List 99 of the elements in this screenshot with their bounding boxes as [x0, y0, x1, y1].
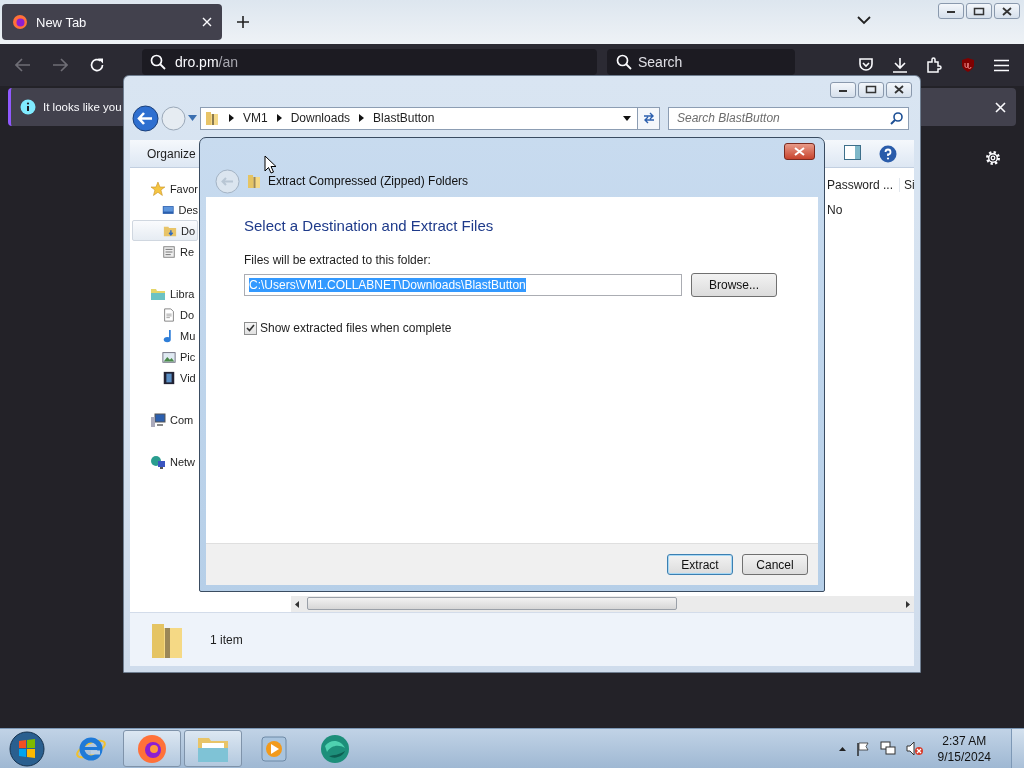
breadcrumb-item[interactable]: BlastButton — [373, 111, 435, 125]
chevron-right-icon[interactable] — [276, 114, 282, 122]
nav-item[interactable]: Re — [132, 241, 198, 262]
puzzle-icon[interactable] — [926, 57, 942, 73]
address-bar[interactable]: VM1 Downloads BlastButton — [200, 106, 638, 130]
media-player-icon — [261, 734, 287, 763]
minimize-button[interactable] — [830, 81, 856, 98]
close-button[interactable] — [886, 81, 912, 98]
close-icon — [1002, 6, 1012, 16]
nav-item[interactable]: Libra — [132, 283, 198, 304]
search-field[interactable]: Search BlastButton — [668, 106, 909, 130]
close-icon — [794, 147, 805, 156]
plus-icon[interactable] — [236, 15, 250, 29]
zip-folder-icon — [247, 173, 261, 189]
maximize-icon — [973, 6, 985, 16]
maximize-button[interactable] — [858, 81, 884, 98]
nav-item[interactable]: Netw — [132, 451, 198, 472]
address-field[interactable]: dro.pm/an — [142, 49, 597, 75]
breadcrumb-item[interactable]: Downloads — [290, 111, 351, 125]
forward-arrow-icon[interactable] — [52, 58, 68, 72]
dropdown-arrow-icon[interactable] — [623, 115, 631, 121]
browser-tab[interactable]: New Tab — [2, 4, 222, 40]
close-icon[interactable] — [995, 101, 1006, 113]
star-icon — [150, 180, 166, 197]
flag-icon[interactable] — [855, 741, 870, 756]
maximize-button[interactable] — [966, 3, 992, 19]
firefox-icon — [12, 14, 28, 30]
nav-item[interactable]: Com — [132, 409, 198, 430]
notification-text: It looks like you — [43, 101, 122, 113]
toolbar-button[interactable]: Organize — [147, 146, 196, 161]
download-icon[interactable] — [892, 57, 908, 73]
browse-button[interactable]: Browse... — [691, 273, 777, 297]
globe-icon — [319, 733, 351, 764]
close-button[interactable] — [784, 143, 815, 160]
search-field[interactable]: Search — [607, 49, 795, 75]
taskbar-button[interactable] — [123, 730, 181, 767]
nav-item[interactable]: Do — [132, 304, 198, 325]
computer-icon — [150, 411, 166, 428]
nav-item[interactable]: Pic — [132, 346, 198, 367]
chevron-right-icon[interactable] — [229, 114, 234, 122]
column-header[interactable]: Password ... — [827, 177, 900, 192]
menu-icon[interactable] — [994, 58, 1009, 72]
document-icon — [162, 307, 176, 322]
caret-up-icon[interactable] — [838, 746, 846, 751]
taskbar-button[interactable] — [184, 730, 242, 767]
firefox-icon — [137, 733, 167, 764]
nav-item[interactable]: Mu — [132, 325, 198, 346]
field-label: Files will be extracted to this folder: — [244, 253, 432, 267]
dialog-button[interactable]: Extract — [667, 554, 733, 575]
breadcrumb-item[interactable]: VM1 — [243, 111, 268, 125]
clock-time[interactable]: 2:37 AM — [942, 732, 987, 749]
dialog-button[interactable]: Cancel — [742, 554, 808, 575]
table-cell-text: No — [827, 203, 844, 217]
scroll-left-icon[interactable] — [295, 600, 299, 608]
chevron-right-icon[interactable] — [359, 114, 365, 122]
picture-icon — [162, 349, 176, 364]
search-icon — [890, 111, 903, 125]
column-header[interactable]: Si — [904, 177, 915, 192]
status-text: 1 item — [210, 632, 243, 647]
back-button-icon[interactable] — [132, 104, 159, 132]
network-icon[interactable] — [879, 741, 896, 756]
close-icon — [894, 85, 904, 94]
film-icon — [162, 370, 176, 385]
cursor-icon — [264, 155, 277, 174]
shield-icon[interactable] — [858, 57, 874, 73]
help-icon[interactable] — [879, 144, 897, 163]
nav-item[interactable]: Do — [132, 220, 198, 241]
settings-icon[interactable] — [984, 149, 1002, 167]
list-icon — [162, 244, 176, 259]
search-icon — [616, 54, 632, 70]
checkbox-label: Show extracted files when complete — [260, 321, 452, 335]
chevron-down-icon[interactable] — [857, 16, 871, 25]
preview-pane-icon[interactable] — [844, 144, 861, 160]
info-icon — [20, 99, 36, 115]
minimize-button[interactable] — [938, 3, 964, 19]
folder-icon — [204, 110, 220, 126]
scroll-thumb[interactable] — [307, 597, 677, 610]
nav-item[interactable]: Vid — [132, 367, 198, 388]
refresh-button[interactable] — [638, 106, 660, 130]
dialog-title: Extract Compressed (Zipped) Folders — [268, 174, 469, 188]
back-arrow-icon[interactable] — [15, 58, 31, 72]
minimize-icon — [946, 8, 956, 14]
globe-icon — [150, 453, 166, 470]
search-icon — [150, 54, 166, 70]
horizontal-scrollbar[interactable] — [291, 596, 914, 612]
scroll-right-icon[interactable] — [906, 600, 910, 608]
nav-item[interactable]: Favor — [132, 178, 198, 199]
refresh-icon — [641, 112, 656, 124]
close-icon[interactable] — [202, 17, 212, 27]
dialog-heading: Select a Destination and Extract Files — [244, 217, 495, 234]
clock-date[interactable]: 9/15/2024 — [937, 748, 991, 765]
reload-icon[interactable] — [89, 57, 105, 73]
shield-badge-icon[interactable] — [960, 57, 976, 73]
speaker-muted-icon[interactable] — [905, 741, 924, 756]
nav-item[interactable]: Des — [132, 199, 198, 220]
checkbox[interactable] — [244, 321, 257, 335]
close-button[interactable] — [994, 3, 1020, 19]
maximize-icon — [865, 85, 877, 94]
start-button-icon[interactable] — [6, 729, 48, 768]
